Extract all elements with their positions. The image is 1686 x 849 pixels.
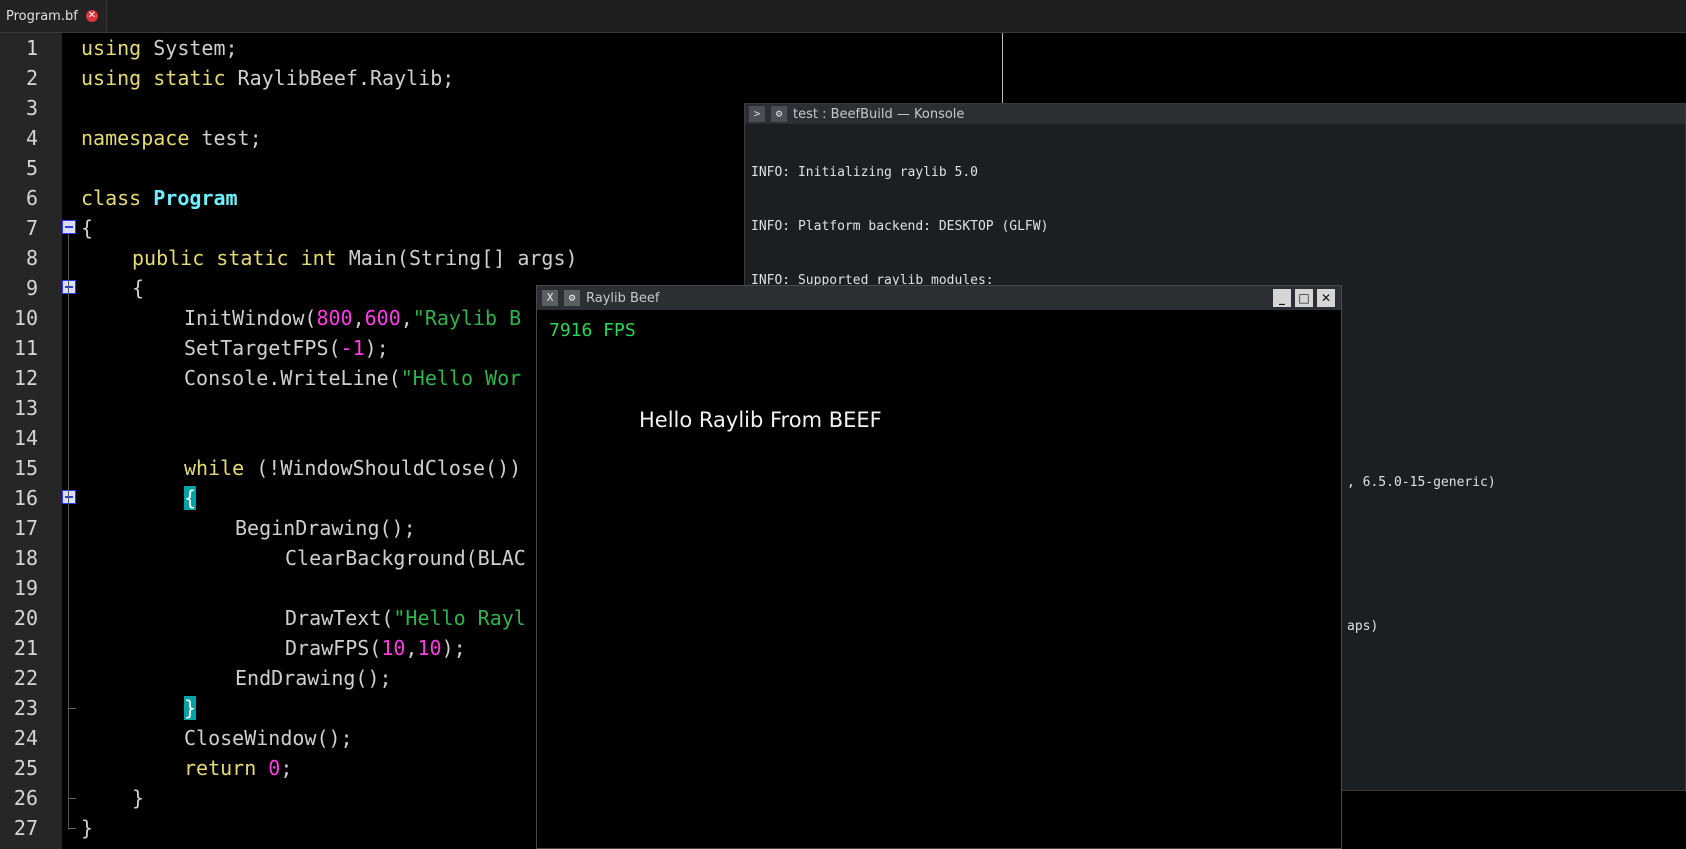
raylib-titlebar[interactable]: X ⚙ Raylib Beef _ □ ✕ [537,286,1341,310]
line-number: 17 [13,516,38,540]
fold-toggle-icon[interactable] [62,220,76,234]
code-line: class Program [81,186,238,210]
code-line: using System; [81,36,238,60]
code-line: EndDrawing(); [235,666,392,690]
code-line: { [132,276,145,300]
line-number: 13 [13,396,38,420]
code-line: SetTargetFPS(-1); [184,336,389,360]
line-number: 24 [13,726,38,750]
line-number: 27 [13,816,38,840]
maximize-button[interactable]: □ [1295,289,1313,307]
tab-program-bf[interactable]: Program.bf ✕ [0,0,107,32]
line-number: 10 [13,306,38,330]
line-number: 7 [25,216,38,240]
line-number: 23 [13,696,38,720]
code-line: InitWindow(800,600,"Raylib B [184,306,522,330]
code-line: } [132,786,145,810]
line-number: 15 [13,456,38,480]
line-number: 11 [13,336,38,360]
fold-end-marker [68,828,76,829]
hello-text: Hello Raylib From BEEF [639,408,882,432]
close-icon[interactable]: ✕ [85,10,98,22]
code-line: DrawText("Hello Rayl [285,606,526,630]
konsole-titlebar[interactable]: > ⚙ test : BeefBuild — Konsole [745,104,1685,124]
code-line: return 0; [184,756,293,780]
tab-bar: Program.bf ✕ [0,0,1686,33]
line-number: 21 [13,636,38,660]
line-number: 2 [25,66,38,90]
line-number-gutter: 1 2 3 4 5 6 7 8 9 10 11 12 13 14 15 16 17 18 19 20 21 22 23 24 2… [0,33,62,849]
code-line: { [81,216,94,240]
code-line: { [184,486,197,510]
fold-toggle-icon[interactable] [62,490,76,504]
terminal-line: INFO: Platform backend: DESKTOP (GLFW) [751,219,1049,234]
code-line: public static int Main(String[] args) [132,246,578,270]
terminal-line-partial: , 6.5.0-15-generic) [1347,475,1496,490]
code-line: } [184,696,197,720]
line-number: 5 [25,156,38,180]
code-line: CloseWindow(); [184,726,353,750]
raylib-window[interactable]: X ⚙ Raylib Beef _ □ ✕ 7916 FPS Hello Ray… [536,285,1342,849]
code-line: while (!WindowShouldClose()) [184,456,522,480]
line-number: 19 [13,576,38,600]
raylib-window-title: Raylib Beef [586,290,660,306]
line-number: 14 [13,426,38,450]
line-number: 25 [13,756,38,780]
text-cursor [1002,33,1003,103]
close-button[interactable]: ✕ [1317,289,1335,307]
line-number: 9 [25,276,38,300]
minimize-button[interactable]: _ [1273,289,1291,307]
konsole-title: test : BeefBuild — Konsole [793,106,965,122]
code-line: using static RaylibBeef.Raylib; [81,66,455,90]
line-number: 6 [25,186,38,210]
fold-toggle-icon[interactable] [62,280,76,294]
line-number: 12 [13,366,38,390]
settings-icon[interactable]: ⚙ [564,290,580,306]
line-number: 1 [25,36,38,60]
code-line: } [81,816,94,840]
fold-guide [68,234,69,830]
app-icon: X [542,290,558,306]
line-number: 20 [13,606,38,630]
settings-icon[interactable]: ⚙ [771,106,787,122]
terminal-line-partial: aps) [1347,619,1379,634]
code-line: ClearBackground(BLAC [285,546,526,570]
fold-end-marker [68,798,76,799]
code-line: Console.WriteLine("Hello Wor [184,366,522,390]
tab-label: Program.bf [6,8,78,24]
fps-counter: 7916 FPS [549,320,636,341]
line-number: 26 [13,786,38,810]
line-number: 4 [25,126,38,150]
code-line: BeginDrawing(); [235,516,416,540]
line-number: 16 [13,486,38,510]
line-number: 3 [25,96,38,120]
terminal-icon: > [749,106,765,122]
line-number: 18 [13,546,38,570]
window-controls: _ □ ✕ [1273,289,1335,307]
code-line: DrawFPS(10,10); [285,636,466,660]
line-number: 8 [25,246,38,270]
code-line: namespace test; [81,126,262,150]
line-number: 22 [13,666,38,690]
terminal-line: INFO: Initializing raylib 5.0 [751,165,978,180]
fold-end-marker [68,708,76,709]
